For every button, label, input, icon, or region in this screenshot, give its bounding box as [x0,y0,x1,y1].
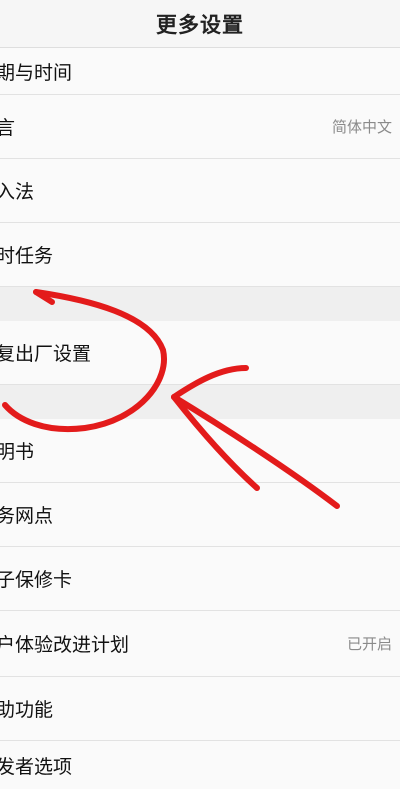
settings-item-label: 户体验改进计划 [0,634,130,656]
settings-item-input-method[interactable]: 入法 [0,159,400,223]
settings-item-label: 入法 [0,181,35,203]
settings-item-label: 子保修卡 [0,569,73,591]
settings-item-label: 务网点 [0,505,54,527]
settings-item-user-experience[interactable]: 户体验改进计划 已开启 [0,611,400,677]
settings-item-factory-reset[interactable]: 复出厂设置 [0,321,400,385]
settings-item-manual[interactable]: 明书 [0,419,400,483]
settings-item-label: 期与时间 [0,61,73,84]
settings-item-scheduled-tasks[interactable]: 时任务 [0,223,400,287]
settings-item-label: 助功能 [0,699,54,721]
settings-item-label: 发者选项 [0,755,73,778]
settings-item-label: 言 [0,117,16,139]
settings-item-value: 已开启 [346,635,392,653]
settings-item-service-centers[interactable]: 务网点 [0,483,400,547]
page-title: 更多设置 [156,12,244,37]
section-gap [0,287,400,321]
settings-item-label: 复出厂设置 [0,343,92,365]
settings-item-label: 时任务 [0,245,54,267]
settings-item-date-time[interactable]: 期与时间 [0,48,400,95]
title-bar: 更多设置 [0,0,400,48]
settings-item-language[interactable]: 言 简体中文 [0,95,400,159]
settings-item-label: 明书 [0,441,35,463]
settings-item-value: 简体中文 [331,118,392,136]
settings-item-accessibility[interactable]: 助功能 [0,677,400,741]
settings-item-warranty-card[interactable]: 子保修卡 [0,547,400,611]
section-gap [0,385,400,419]
settings-item-developer-options[interactable]: 发者选项 [0,741,400,789]
